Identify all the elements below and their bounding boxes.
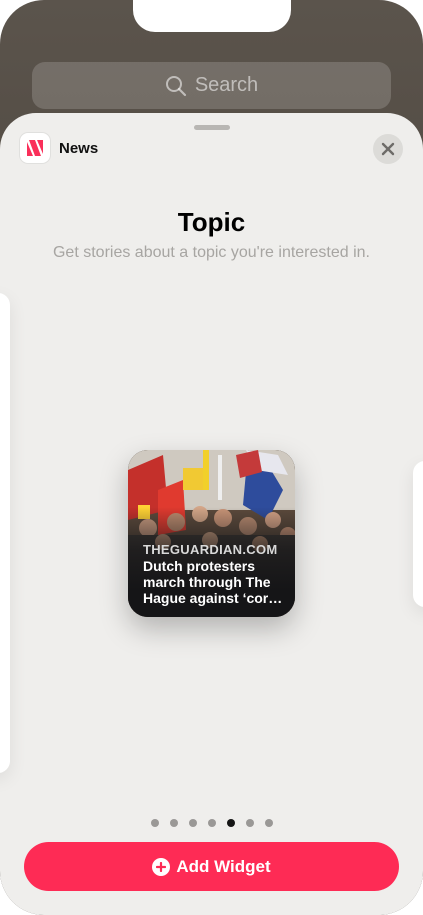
article-headline: Dutch protesters march through The Hague… [143,558,283,606]
page-dot[interactable] [226,819,235,827]
add-widget-button[interactable]: Add Widget [24,842,399,891]
article-source: THEGUARDIAN.COM [143,542,278,557]
device-notch [133,0,291,32]
topic-widget-preview[interactable]: THEGUARDIAN.COM Dutch protesters march t… [128,450,295,617]
widget-subtitle: Get stories about a topic you're interes… [52,244,370,261]
search-bar[interactable]: Search [32,62,391,109]
page-dot[interactable] [207,819,216,827]
plus-circle-icon [152,857,171,876]
page-dot[interactable] [169,819,178,827]
page-indicator[interactable] [0,819,423,827]
sheet-grabber[interactable] [194,125,230,130]
widget-title: Topic [177,207,246,237]
previous-widget-preview[interactable] [0,293,10,773]
close-icon [381,142,395,156]
add-widget-label: Add Widget [176,856,271,876]
widget-gallery-sheet: News Topic Get stories about a topic you… [0,113,423,915]
app-name: News [59,140,99,157]
page-dot[interactable] [150,819,159,827]
page-dot[interactable] [188,819,197,827]
page-dot[interactable] [245,819,254,827]
search-icon [165,75,187,97]
search-placeholder: Search [194,74,259,96]
news-app-icon [20,133,50,163]
page-dot[interactable] [264,819,273,827]
next-widget-preview[interactable] [413,461,423,607]
phone-screen: Search News Topic Get stories about a to… [0,0,423,915]
close-button[interactable] [373,134,403,164]
